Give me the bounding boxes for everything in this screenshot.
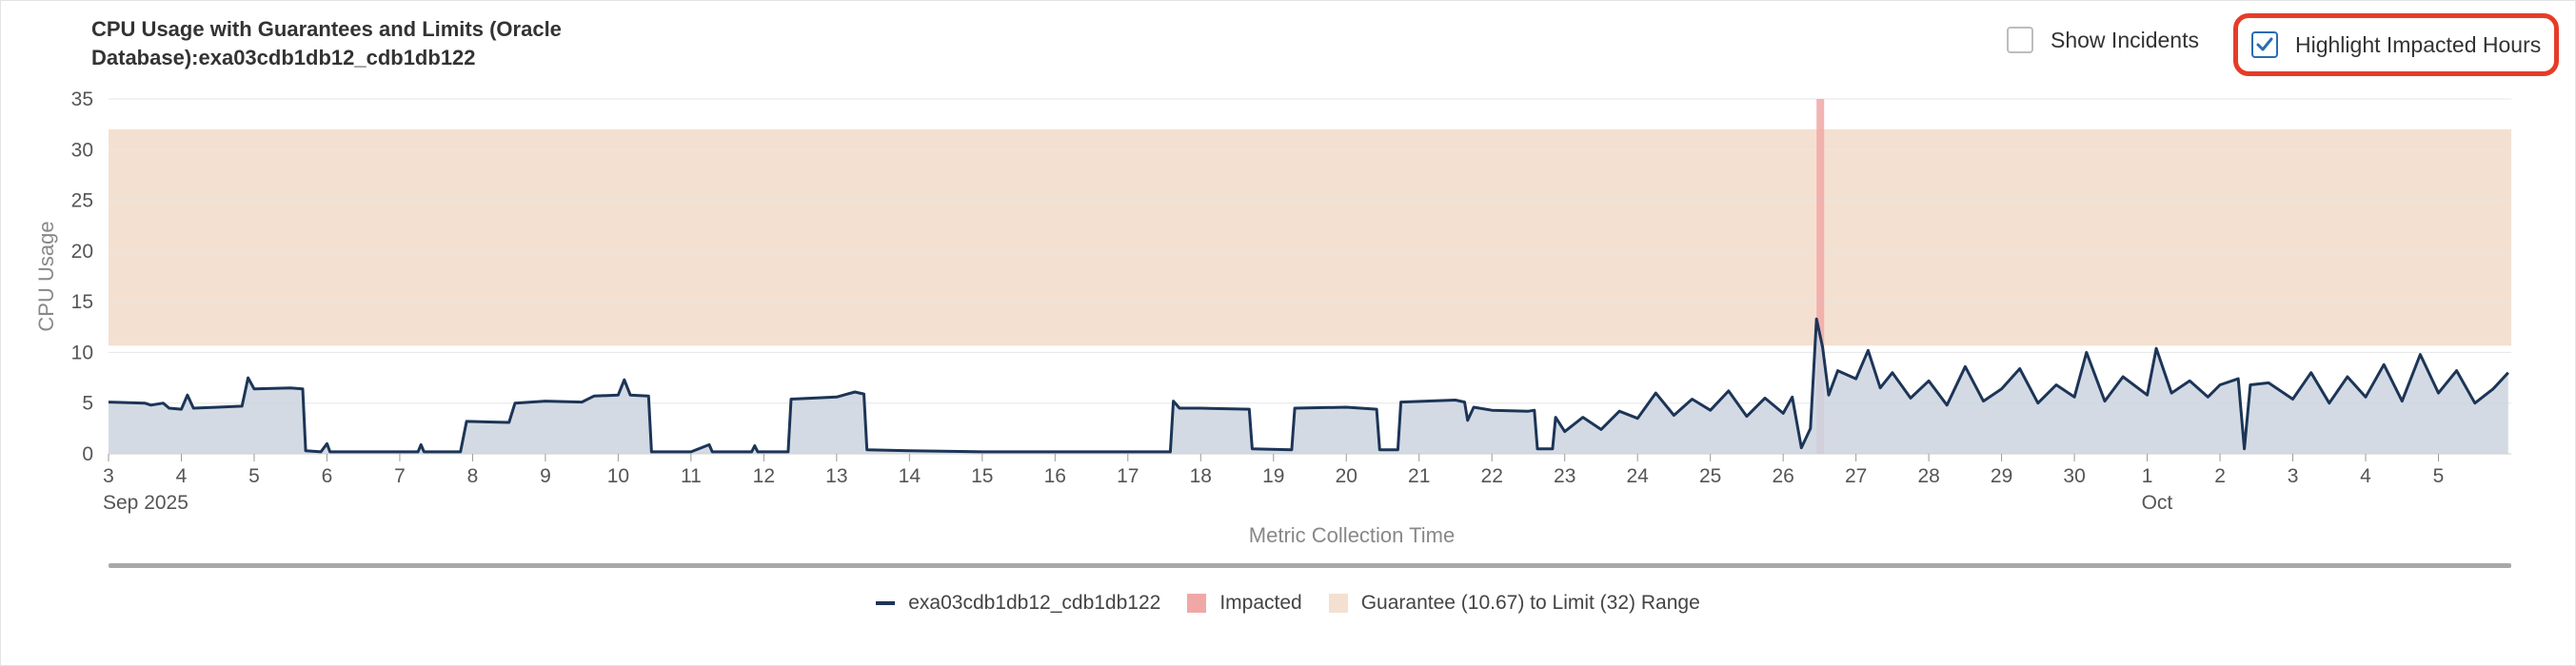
x-tick-label: 24: [1627, 465, 1650, 487]
x-tick-label: 15: [971, 465, 993, 487]
chart-legend: exa03cdb1db12_cdb1db122 Impacted Guarant…: [0, 592, 2576, 615]
x-tick-label: 27: [1845, 465, 1867, 487]
legend-series-swatch: [876, 601, 896, 605]
x-tick-label: 21: [1408, 465, 1430, 487]
x-tick-label: 12: [753, 465, 775, 487]
x-tick-label: 5: [2433, 465, 2445, 487]
x-axis-title: Metric Collection Time: [1249, 523, 1455, 547]
x-tick-sublabel: Oct: [2142, 492, 2173, 514]
x-tick-label: 10: [607, 465, 629, 487]
x-tick-label: 23: [1554, 465, 1575, 487]
x-tick-label: 19: [1262, 465, 1284, 487]
x-tick-label: 5: [248, 465, 260, 487]
y-tick-label: 15: [71, 291, 93, 313]
y-tick-label: 30: [71, 139, 93, 161]
y-tick-label: 35: [71, 88, 93, 110]
x-tick-sublabel: Sep 2025: [103, 492, 188, 514]
y-tick-label: 25: [71, 190, 93, 212]
x-tick-label: 26: [1772, 465, 1793, 487]
legend-item-series[interactable]: exa03cdb1db12_cdb1db122: [876, 592, 1160, 615]
x-tick-label: 8: [467, 465, 479, 487]
x-tick-label: 1: [2142, 465, 2153, 487]
range-navigator-bar: [109, 563, 2511, 568]
x-tick-label: 11: [681, 465, 702, 487]
x-tick-label: 4: [176, 465, 188, 487]
legend-impacted-swatch: [1187, 594, 1207, 613]
legend-series-label: exa03cdb1db12_cdb1db122: [908, 592, 1161, 614]
x-tick-label: 22: [1481, 465, 1503, 487]
x-tick-label: 7: [394, 465, 406, 487]
x-tick-label: 18: [1190, 465, 1212, 487]
y-tick-label: 5: [82, 393, 93, 415]
x-tick-label: 16: [1044, 465, 1066, 487]
x-tick-label: 3: [103, 465, 114, 487]
legend-impacted-label: Impacted: [1219, 592, 1302, 614]
legend-range-label: Guarantee (10.67) to Limit (32) Range: [1360, 592, 1700, 614]
y-axis-title: CPU Usage: [34, 221, 58, 331]
x-tick-label: 14: [899, 465, 921, 487]
x-tick-label: 28: [1917, 465, 1939, 487]
x-tick-label: 30: [2063, 465, 2085, 487]
guarantee-limit-band: [109, 128, 2511, 346]
legend-item-impacted[interactable]: Impacted: [1187, 592, 1302, 615]
x-tick-label: 29: [1991, 465, 2012, 487]
legend-range-swatch: [1328, 594, 1348, 613]
legend-item-range[interactable]: Guarantee (10.67) to Limit (32) Range: [1328, 592, 1700, 615]
cpu-usage-chart: 051015202530353Sep 20254 5 6 7 8 9 10 11 12 13 14 1…: [34, 88, 2511, 568]
x-tick-label: 6: [322, 465, 333, 487]
x-tick-label: 20: [1336, 465, 1357, 487]
x-tick-label: 9: [540, 465, 551, 487]
x-tick-label: 25: [1699, 465, 1721, 487]
y-tick-label: 10: [71, 342, 93, 363]
x-tick-label: 17: [1117, 465, 1139, 487]
x-tick-label: 2: [2214, 465, 2226, 487]
y-tick-label: 0: [82, 443, 93, 465]
x-tick-label: 3: [2288, 465, 2299, 487]
x-tick-label: 4: [2360, 465, 2371, 487]
x-tick-label: 13: [825, 465, 847, 487]
y-tick-label: 20: [71, 241, 93, 263]
